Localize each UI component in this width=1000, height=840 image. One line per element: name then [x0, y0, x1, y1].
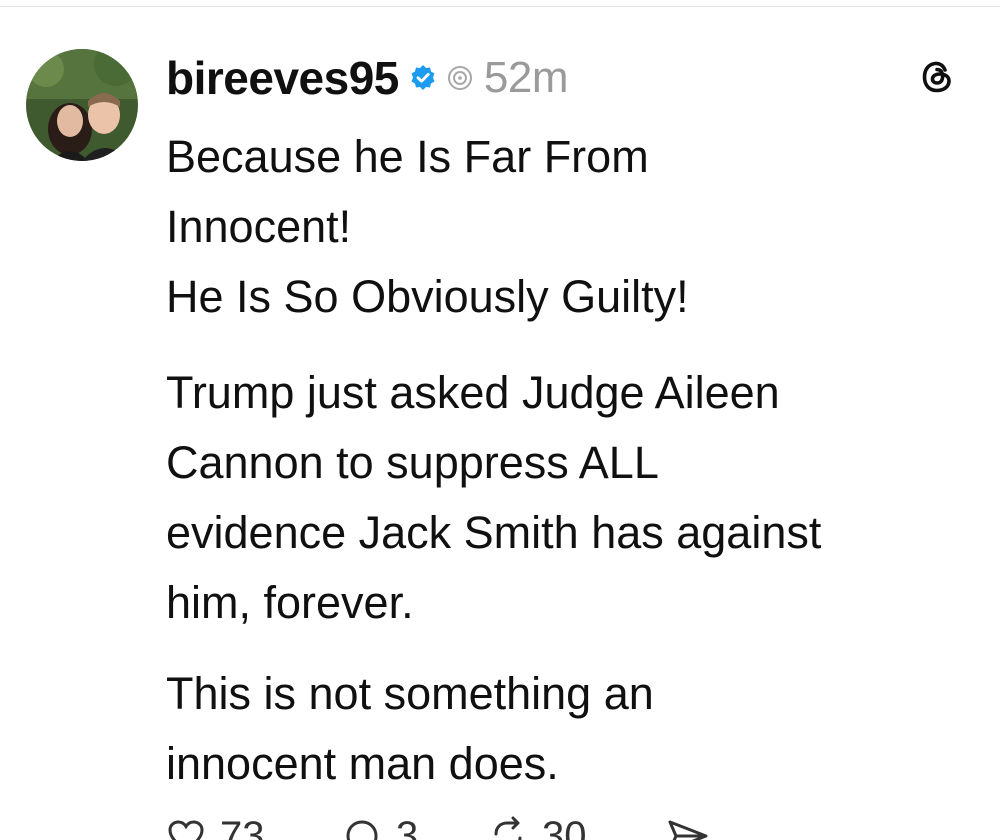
repost-count: 30 — [542, 813, 587, 840]
post-paragraph-1: Because he Is Far From Innocent! He Is S… — [166, 122, 689, 332]
post-text-line: innocent man does. — [166, 738, 559, 789]
reply-count: 3 — [396, 813, 419, 840]
comment-icon — [346, 820, 378, 840]
threads-logo-icon[interactable] — [916, 56, 958, 98]
post-text-line: He Is So Obviously Guilty! — [166, 271, 689, 322]
post-paragraph-2: Trump just asked Judge Aileen Cannon to … — [166, 358, 821, 638]
send-icon — [668, 820, 708, 840]
like-button[interactable]: 73 — [166, 813, 265, 840]
username[interactable]: bireeves95 — [166, 51, 399, 105]
post-text-line: Because he Is Far From — [166, 131, 649, 182]
post-header: bireeves95 52m — [166, 50, 568, 106]
post-text-line: Trump just asked Judge Aileen — [166, 367, 780, 418]
top-divider — [0, 6, 1000, 7]
repost-icon — [494, 816, 522, 840]
post-text-line: him, forever. — [166, 577, 414, 628]
repost-button[interactable]: 30 — [488, 813, 587, 840]
post-text-line: This is not something an — [166, 668, 654, 719]
heart-icon — [168, 820, 204, 840]
activity-status-icon — [446, 64, 474, 92]
post-timestamp: 52m — [483, 53, 569, 102]
share-button[interactable] — [666, 816, 710, 840]
post-text-line: Innocent! — [166, 201, 352, 252]
post-paragraph-3: This is not something an innocent man do… — [166, 659, 654, 799]
reply-button[interactable]: 3 — [342, 813, 419, 840]
avatar-photo — [26, 49, 138, 161]
post-text-line: Cannon to suppress ALL — [166, 437, 659, 488]
verified-badge-icon — [409, 64, 437, 92]
avatar[interactable] — [26, 49, 138, 161]
post-actions-bar: 73 3 30 — [166, 813, 766, 840]
like-count: 73 — [220, 813, 265, 840]
post-text-line: evidence Jack Smith has against — [166, 507, 822, 558]
